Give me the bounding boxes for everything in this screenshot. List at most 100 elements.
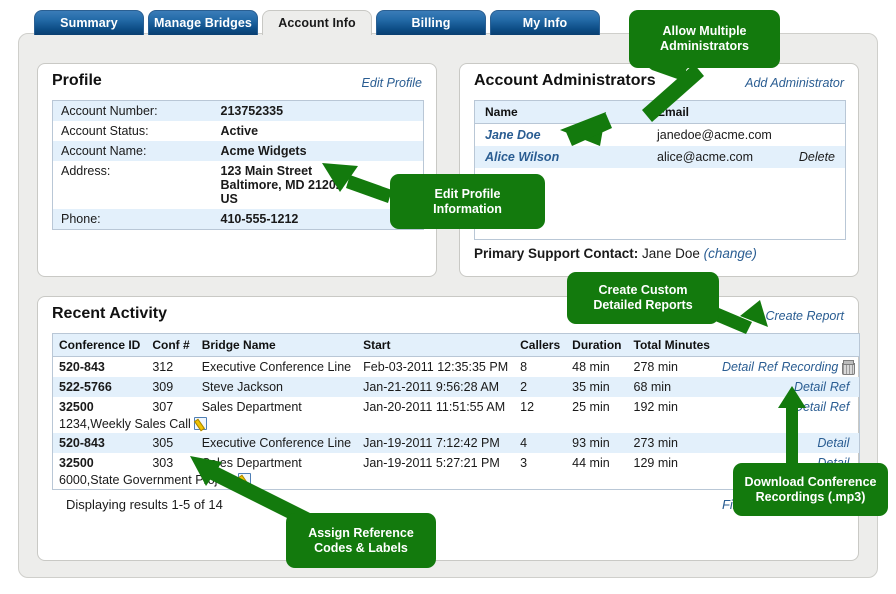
profile-row: Address:123 Main Street Baltimore, MD 21…	[53, 161, 424, 209]
cell-duration: 35 min	[566, 377, 627, 397]
callout-edit-profile-information: Edit Profile Information	[390, 174, 545, 229]
cell-total-minutes: 129 min	[628, 453, 716, 473]
cell-bridge-name: Executive Conference Line	[196, 357, 357, 378]
cell-conf-num: 312	[146, 357, 195, 378]
profile-row-label: Account Status:	[53, 121, 213, 141]
cell-conference-id: 520-843	[53, 357, 147, 378]
administrator-name-link[interactable]: Jane Doe	[485, 128, 541, 142]
cell-row-actions: DetailRef	[716, 397, 860, 417]
tab-summary[interactable]: Summary	[34, 10, 144, 35]
callout-text: Assign Reference Codes & Labels	[308, 526, 414, 556]
cell-callers: 2	[514, 377, 566, 397]
tab-label: Billing	[412, 16, 451, 30]
table-row: 522-5766309Steve JacksonJan-21-2011 9:56…	[53, 377, 860, 397]
create-report-link[interactable]: Create Report	[765, 309, 844, 323]
profile-table: Account Number:213752335Account Status:A…	[52, 100, 424, 230]
administrators-table: Name Email Jane Doe janedoe@acme.com Alice…	[475, 101, 845, 168]
detail-link[interactable]: Detail	[817, 436, 853, 450]
results-count: Displaying results 1-5 of 14	[66, 497, 223, 512]
cell-callers: 8	[514, 357, 566, 378]
cell-row-actions: Detail	[716, 433, 860, 453]
ref-link[interactable]: Ref	[830, 400, 853, 414]
tab-my-info[interactable]: My Info	[490, 10, 600, 35]
col-conference-id: Conference ID	[53, 334, 147, 357]
profile-row-value: 213752335	[213, 101, 424, 122]
cell-start: Jan-19-2011 5:27:21 PM	[357, 453, 514, 473]
cell-start: Jan-19-2011 7:12:42 PM	[357, 433, 514, 453]
detail-link[interactable]: Detail	[794, 380, 830, 394]
profile-header: Profile Edit Profile	[52, 70, 422, 100]
col-email: Email	[647, 101, 787, 124]
primary-contact-label: Primary Support Contact:	[474, 246, 638, 261]
col-conf-num: Conf #	[146, 334, 195, 357]
edit-pencil-icon[interactable]	[238, 473, 251, 486]
table-row: 520-843305Executive Conference LineJan-1…	[53, 433, 860, 453]
reference-code-text: 6000,State Government Project	[59, 473, 234, 487]
ref-link[interactable]: Ref	[830, 380, 853, 394]
col-callers: Callers	[514, 334, 566, 357]
add-administrator-link[interactable]: Add Administrator	[745, 76, 844, 90]
profile-card: Profile Edit Profile Account Number:2137…	[37, 63, 437, 277]
tab-label: My Info	[523, 16, 567, 30]
cell-conf-num: 309	[146, 377, 195, 397]
cell-duration: 48 min	[566, 357, 627, 378]
tab-label: Account Info	[278, 16, 356, 30]
ref-link[interactable]: Ref	[758, 360, 781, 374]
profile-title: Profile	[52, 72, 102, 90]
cell-total-minutes: 278 min	[628, 357, 716, 378]
cell-name: Jane Doe	[475, 124, 647, 147]
cell-start: Jan-21-2011 9:56:28 AM	[357, 377, 514, 397]
page-root: Summary Manage Bridges Account Info Bill…	[0, 0, 896, 594]
primary-support-contact: Primary Support Contact: Jane Doe (chang…	[474, 246, 844, 261]
callout-allow-multiple-administrators: Allow Multiple Administrators	[629, 10, 780, 68]
tab-account-info[interactable]: Account Info	[262, 10, 372, 35]
cell-conf-num: 305	[146, 433, 195, 453]
cell-email: janedoe@acme.com	[647, 124, 787, 147]
cell-email: alice@acme.com	[647, 146, 787, 168]
administrators-header: Account Administrators Add Administrator	[474, 70, 844, 100]
profile-row-label: Address:	[53, 161, 213, 209]
cell-conference-id: 32500	[53, 453, 147, 473]
profile-row-value: Active	[213, 121, 424, 141]
cell-bridge-name: Sales Department	[196, 453, 357, 473]
delete-administrator-link[interactable]: Delete	[787, 146, 845, 168]
table-row: Jane Doe janedoe@acme.com	[475, 124, 845, 147]
administrator-name-link[interactable]: Alice Wilson	[485, 150, 559, 164]
cell-start: Jan-20-2011 11:51:55 AM	[357, 397, 514, 417]
cell-conference-id: 522-5766	[53, 377, 147, 397]
recording-link[interactable]: Recording	[781, 360, 842, 374]
administrators-title: Account Administrators	[474, 72, 656, 90]
table-row: 32500307Sales DepartmentJan-20-2011 11:5…	[53, 397, 860, 417]
callout-download-conference-recordings: Download Conference Recordings (.mp3)	[733, 463, 888, 516]
profile-row-value: Acme Widgets	[213, 141, 424, 161]
primary-contact-name: Jane Doe	[642, 246, 700, 261]
cell-total-minutes: 273 min	[628, 433, 716, 453]
tab-billing[interactable]: Billing	[376, 10, 486, 35]
cell-callers: 12	[514, 397, 566, 417]
detail-link[interactable]: Detail	[722, 360, 758, 374]
recent-activity-title: Recent Activity	[52, 305, 167, 323]
edit-profile-link[interactable]: Edit Profile	[362, 76, 422, 90]
reference-code-text: 1234,Weekly Sales Call	[59, 417, 191, 431]
callout-text: Edit Profile Information	[433, 187, 502, 217]
col-total-minutes: Total Minutes	[628, 334, 716, 357]
cell-reference-code: 1234,Weekly Sales Call	[53, 417, 860, 433]
tab-manage-bridges[interactable]: Manage Bridges	[148, 10, 258, 35]
cell-name: Alice Wilson	[475, 146, 647, 168]
cell-callers: 3	[514, 453, 566, 473]
profile-row-label: Account Name:	[53, 141, 213, 161]
trash-icon[interactable]	[842, 360, 853, 373]
profile-row: Account Number:213752335	[53, 101, 424, 122]
table-row: 520-843312Executive Conference LineFeb-0…	[53, 357, 860, 378]
col-start: Start	[357, 334, 514, 357]
detail-link[interactable]: Detail	[794, 400, 830, 414]
cell-callers: 4	[514, 433, 566, 453]
col-duration: Duration	[566, 334, 627, 357]
cell-bridge-name: Executive Conference Line	[196, 433, 357, 453]
cell-bridge-name: Steve Jackson	[196, 377, 357, 397]
col-name: Name	[475, 101, 647, 124]
primary-contact-change-link[interactable]: (change)	[704, 246, 757, 261]
cell-total-minutes: 192 min	[628, 397, 716, 417]
edit-pencil-icon[interactable]	[194, 417, 207, 430]
profile-row-label: Phone:	[53, 209, 213, 230]
